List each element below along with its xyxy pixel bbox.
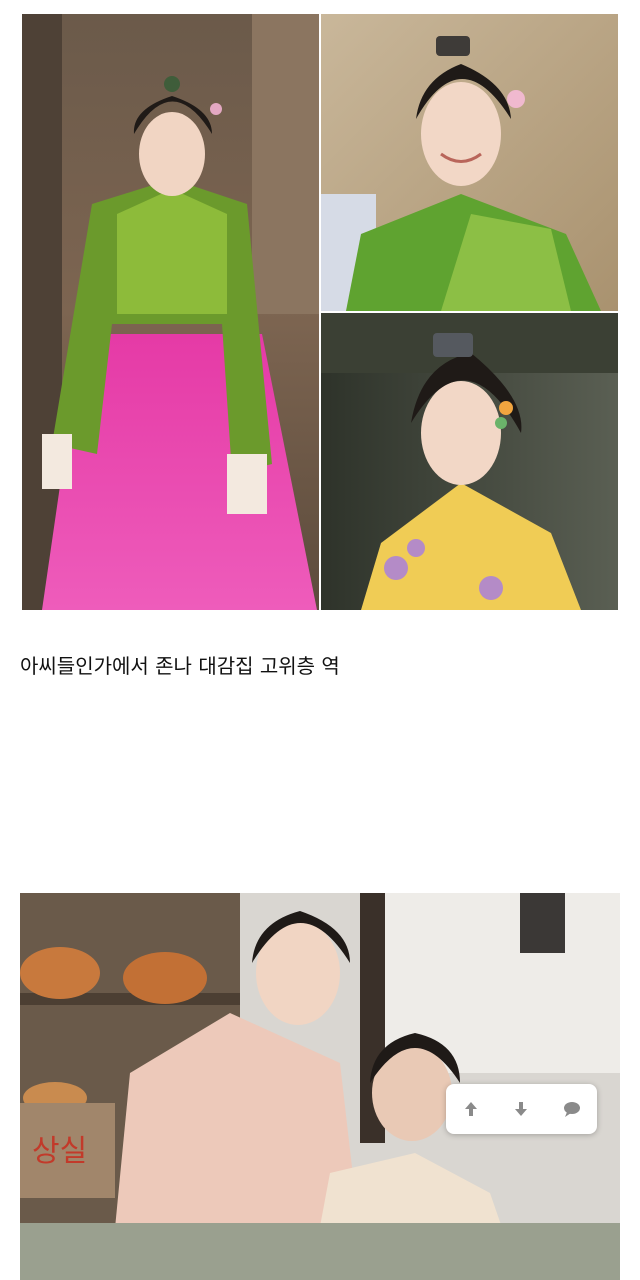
comment-button[interactable]	[552, 1089, 592, 1129]
post-caption: 아씨들인가에서 존나 대감집 고위층 역	[20, 654, 340, 678]
collage-photo-bottom-right[interactable]	[321, 313, 618, 610]
collage-photo-left[interactable]	[22, 14, 319, 610]
downvote-button[interactable]	[501, 1089, 541, 1129]
arrow-down-icon	[515, 1102, 528, 1116]
collage-photo-top-right[interactable]	[321, 14, 618, 311]
wall-sign-text: 상실	[32, 1134, 87, 1169]
comment-icon	[563, 1102, 580, 1117]
upvote-button[interactable]	[451, 1089, 491, 1129]
floating-action-toolbar	[446, 1084, 597, 1134]
arrow-up-icon	[465, 1102, 478, 1116]
